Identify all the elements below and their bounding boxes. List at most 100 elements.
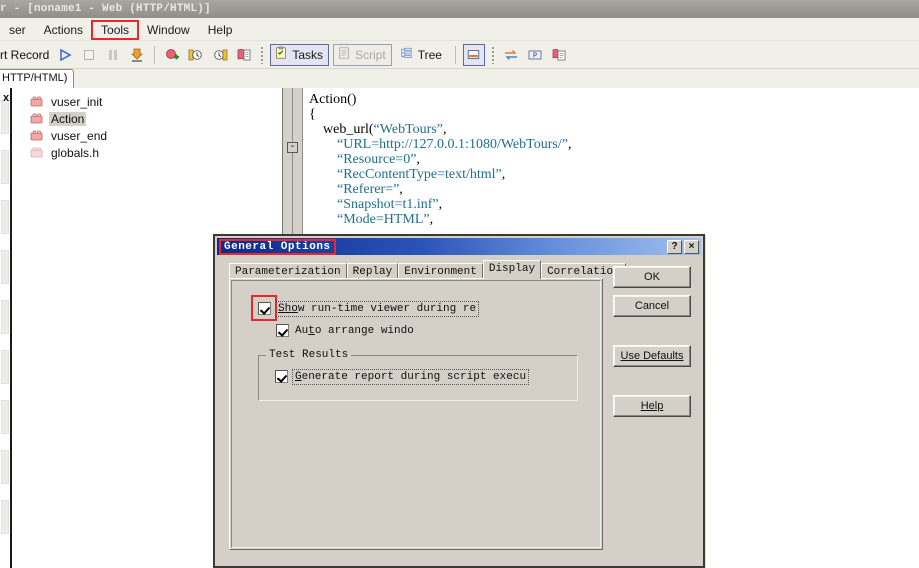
code-token: , — [501, 167, 506, 182]
document-tabstrip: HTTP/HTML) — [0, 69, 919, 88]
generate-report-checkbox[interactable] — [275, 370, 288, 383]
play-icon[interactable] — [54, 44, 76, 66]
document-tab-http-html[interactable]: HTTP/HTML) — [0, 69, 75, 88]
dock-nub-8[interactable] — [1, 450, 9, 484]
show-runtime-viewer-label: Show run-time viewer during re — [274, 300, 480, 317]
cancel-button[interactable]: Cancel — [613, 295, 691, 317]
use-defaults-button[interactable]: Use Defaults — [613, 345, 691, 367]
code-line: Action() — [309, 92, 571, 107]
brick-icon — [30, 96, 44, 108]
code-token: “Mode=HTML” — [337, 212, 430, 227]
add-snapshot-icon[interactable] — [161, 44, 183, 66]
dock-nub-2[interactable] — [1, 150, 9, 184]
dock-nub-3[interactable] — [1, 200, 9, 234]
code-token: , — [442, 122, 447, 137]
menu-actions[interactable]: Actions — [35, 21, 92, 39]
cancel-button-label: Cancel — [634, 300, 670, 312]
split-view-icon[interactable] — [462, 43, 485, 66]
menu-help[interactable]: Help — [199, 21, 242, 39]
dock-nub-9[interactable] — [1, 500, 9, 534]
menu-window[interactable]: Window — [138, 21, 199, 39]
dock-nub-1[interactable] — [1, 100, 9, 134]
generate-report-row[interactable]: Generate report during script execu — [275, 368, 530, 385]
tree-item-vuser-end[interactable]: vuser_end — [28, 127, 278, 144]
tab-display[interactable]: Display — [482, 260, 542, 279]
tree-label: Tree — [417, 47, 442, 62]
use-defaults-button-label: Use Defaults — [620, 350, 684, 362]
close-caption-button[interactable]: × — [684, 239, 699, 254]
dialog-title: General Options — [219, 238, 336, 255]
tree-item-vuser-init[interactable]: vuser_init — [28, 93, 278, 110]
menu-tools[interactable]: Tools — [91, 19, 140, 40]
help-caption-button[interactable]: ? — [667, 239, 682, 254]
tab-label: Parameterization — [235, 266, 341, 278]
dialog-tabstrip: Parameterization Replay Environment Disp… — [229, 260, 626, 279]
tasks-button[interactable]: Tasks — [270, 43, 330, 66]
tab-label: Environment — [404, 266, 477, 278]
tree-button[interactable]: Tree — [396, 44, 448, 66]
auto-arrange-checkbox[interactable] — [276, 324, 289, 337]
tab-label: Replay — [352, 266, 393, 278]
general-options-dialog: General Options ? × Parameterization Rep… — [213, 234, 705, 568]
auto-arrange-row[interactable]: Auto arrange windo — [276, 324, 414, 337]
script-document-icon — [337, 46, 351, 63]
stop-icon[interactable] — [78, 44, 100, 66]
code-line: “Snapshot=t1.inf”, — [309, 197, 571, 212]
code-line: “RecContentType=text/html”, — [309, 167, 571, 182]
swap-arrows-icon[interactable] — [500, 44, 522, 66]
code-line: “Resource=0”, — [309, 152, 571, 167]
window-title: r - [noname1 - Web (HTTP/HTML)] — [0, 3, 211, 15]
dock-nub-6[interactable] — [1, 350, 9, 384]
tab-label: Correlation — [547, 266, 620, 278]
ok-button-label: OK — [644, 271, 660, 283]
start-record-label[interactable]: rt Record — [0, 48, 53, 62]
menu-tools-label: Tools — [101, 22, 130, 37]
menu-actions-label: Actions — [43, 22, 84, 37]
menu-bar: ser Actions Tools Window Help — [0, 18, 919, 41]
step-back-icon[interactable] — [185, 44, 207, 66]
step-forward-icon[interactable] — [209, 44, 231, 66]
tab-parameterization[interactable]: Parameterization — [229, 263, 347, 279]
menu-vuser[interactable]: ser — [0, 21, 35, 39]
parameter-icon[interactable]: P — [524, 44, 546, 66]
report-icon[interactable] — [233, 44, 255, 66]
toolbar-separator-1 — [154, 45, 156, 64]
dock-nub-4[interactable] — [1, 250, 9, 284]
toolbar-grip-1 — [260, 45, 265, 64]
tab-environment[interactable]: Environment — [398, 263, 483, 279]
code-token: , — [438, 197, 443, 212]
copy-icon[interactable] — [548, 44, 570, 66]
test-results-groupbox: Test Results Generate report during scri… — [258, 349, 578, 401]
code-line: “Referer=”, — [309, 182, 571, 197]
tree-item-action[interactable]: Action — [28, 110, 278, 127]
dock-nub-5[interactable] — [1, 300, 9, 334]
tree-item-label: globals.h — [51, 145, 100, 160]
application-window: r - [noname1 - Web (HTTP/HTML)] ser Acti… — [0, 0, 919, 568]
pause-icon[interactable] — [102, 44, 124, 66]
window-titlebar: r - [noname1 - Web (HTTP/HTML)] — [0, 0, 919, 18]
show-runtime-viewer-row[interactable]: Show run-time viewer during re — [258, 300, 480, 317]
tree-item-globals-h[interactable]: globals.h — [28, 144, 278, 161]
help-button[interactable]: Help — [613, 395, 691, 417]
download-icon[interactable] — [126, 44, 148, 66]
script-button[interactable]: Script — [333, 43, 392, 66]
dock-nub-7[interactable] — [1, 400, 9, 434]
show-runtime-viewer-checkbox[interactable] — [258, 302, 271, 315]
tab-replay[interactable]: Replay — [346, 263, 399, 279]
header-file-icon — [30, 147, 44, 159]
main-toolbar: rt Record Tasks Script Tree P — [0, 41, 919, 69]
code-line: “Mode=HTML”, — [309, 212, 571, 227]
code-token: “WebTours” — [373, 122, 443, 137]
ok-button[interactable]: OK — [613, 266, 691, 288]
close-icon[interactable]: x — [3, 92, 9, 104]
code-token: { — [309, 107, 316, 122]
tree-item-label: vuser_end — [51, 128, 108, 143]
code-line: { — [309, 107, 571, 122]
fold-toggle-icon[interactable]: - — [287, 142, 298, 153]
auto-arrange-label: Auto arrange windo — [295, 324, 414, 337]
code-token: web_url( — [323, 122, 374, 137]
code-token: Action() — [309, 92, 357, 107]
toolbar-separator-2 — [454, 45, 456, 64]
left-dock-strip — [0, 88, 10, 568]
code-token: , — [399, 182, 403, 197]
